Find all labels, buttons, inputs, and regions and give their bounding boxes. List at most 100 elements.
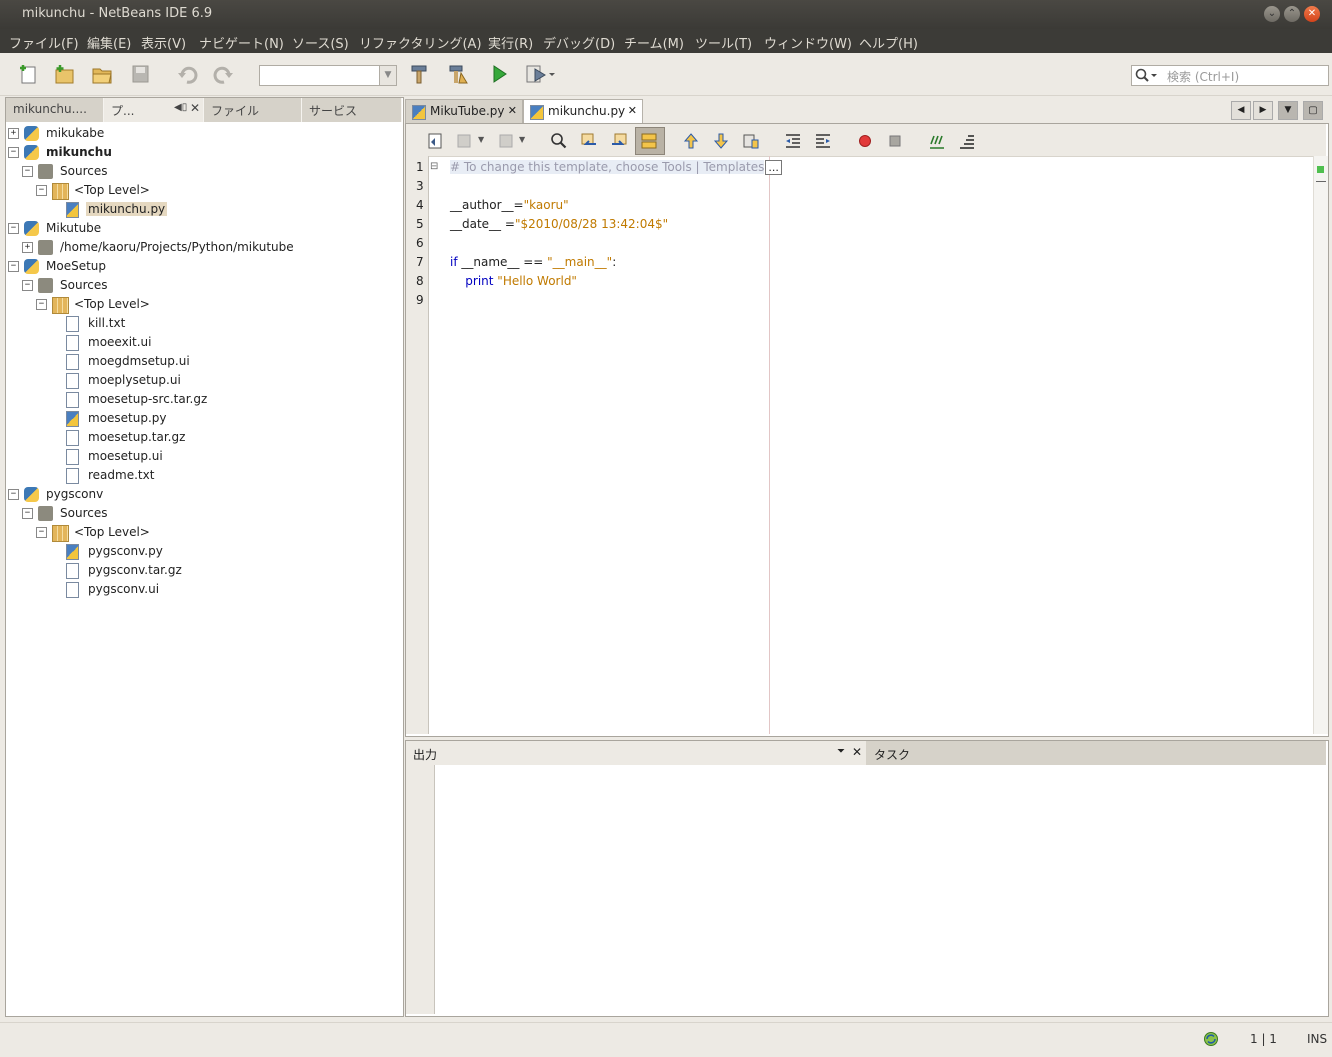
menu-source[interactable]: ソース(S): [292, 33, 349, 52]
tree-node[interactable]: + /home/kaoru/Projects/Python/mikutube: [6, 238, 401, 257]
previous-bookmark-icon[interactable]: [682, 132, 700, 150]
open-project-icon[interactable]: [91, 63, 113, 85]
tree-node[interactable]: pygsconv.ui: [6, 580, 401, 599]
tree-node[interactable]: moeplysetup.ui: [6, 371, 401, 390]
collapse-icon[interactable]: −: [36, 299, 47, 310]
chevron-down-icon[interactable]: ▼: [379, 66, 396, 85]
new-project-icon[interactable]: [53, 63, 75, 85]
tab-mikunchu-py[interactable]: mikunchu.py ✕: [523, 99, 643, 123]
tree-node[interactable]: pygsconv.tar.gz: [6, 561, 401, 580]
tab-tasks[interactable]: タスク: [867, 741, 1326, 765]
close-tab-icon[interactable]: ✕: [190, 101, 200, 115]
minimize-panel-icon[interactable]: ⏷: [837, 746, 845, 757]
comment-icon[interactable]: [928, 132, 946, 150]
scroll-tabs-left-icon[interactable]: ◀: [1231, 101, 1251, 120]
collapse-icon[interactable]: −: [8, 147, 19, 158]
find-previous-icon[interactable]: [580, 132, 598, 150]
collapse-icon[interactable]: −: [8, 489, 19, 500]
chevron-down-icon[interactable]: ▼: [478, 135, 484, 144]
toggle-highlight-search-icon[interactable]: [640, 132, 658, 150]
tree-node[interactable]: moesetup-src.tar.gz: [6, 390, 401, 409]
tree-node[interactable]: + mikukabe: [6, 124, 401, 143]
tab-mikutube-py[interactable]: MikuTube.py ✕: [405, 99, 523, 123]
code-line[interactable]: __author__="kaoru": [450, 198, 569, 212]
shift-right-icon[interactable]: [814, 132, 832, 150]
tree-node[interactable]: − Mikutube: [6, 219, 401, 238]
chevron-down-icon[interactable]: ▼: [519, 135, 525, 144]
next-bookmark-icon[interactable]: [712, 132, 730, 150]
tree-node[interactable]: pygsconv.py: [6, 542, 401, 561]
tab-mikunchu-navigator[interactable]: mikunchu....: [6, 98, 104, 122]
tree-node[interactable]: moegdmsetup.ui: [6, 352, 401, 371]
menu-help[interactable]: ヘルプ(H): [859, 33, 918, 52]
uncomment-icon[interactable]: [958, 132, 976, 150]
tree-node[interactable]: − Sources: [6, 162, 401, 181]
collapse-icon[interactable]: −: [8, 261, 19, 272]
close-tab-icon[interactable]: ✕: [852, 745, 862, 759]
menu-file[interactable]: ファイル(F): [9, 33, 79, 52]
menu-navigate[interactable]: ナビゲート(N): [199, 33, 284, 52]
scroll-tabs-right-icon[interactable]: ▶: [1253, 101, 1273, 120]
clean-build-icon[interactable]: [447, 63, 469, 85]
tree-node[interactable]: − pygsconv: [6, 485, 401, 504]
tree-node[interactable]: mikunchu.py: [6, 200, 401, 219]
find-icon[interactable]: [550, 132, 568, 150]
new-file-icon[interactable]: [17, 63, 39, 85]
toggle-bookmark-icon[interactable]: [742, 132, 760, 150]
search-box[interactable]: 検索 (Ctrl+I): [1131, 65, 1329, 86]
collapse-icon[interactable]: −: [8, 223, 19, 234]
tab-files[interactable]: ファイル: [204, 98, 302, 122]
collapse-icon[interactable]: −: [22, 166, 33, 177]
tree-node[interactable]: − <Top Level>: [6, 181, 401, 200]
fold-icon[interactable]: ⊟: [430, 161, 438, 172]
tree-node[interactable]: kill.txt: [6, 314, 401, 333]
tree-node[interactable]: moesetup.tar.gz: [6, 428, 401, 447]
find-next-icon[interactable]: [610, 132, 628, 150]
tree-node[interactable]: readme.txt: [6, 466, 401, 485]
configuration-combo[interactable]: ▼: [259, 65, 397, 86]
folded-block-marker[interactable]: ...: [765, 160, 782, 175]
collapse-icon[interactable]: −: [22, 508, 33, 519]
tree-node[interactable]: − Sources: [6, 276, 401, 295]
menu-refactor[interactable]: リファクタリング(A): [359, 33, 482, 52]
code-line[interactable]: # To change this template, choose Tools …: [450, 160, 782, 175]
menu-window[interactable]: ウィンドウ(W): [764, 33, 852, 52]
tree-node[interactable]: − mikunchu: [6, 143, 401, 162]
tree-node[interactable]: moesetup.py: [6, 409, 401, 428]
search-icon[interactable]: [1135, 68, 1161, 83]
maximize-editor-icon[interactable]: ▢: [1303, 101, 1323, 120]
menu-team[interactable]: チーム(M): [624, 33, 684, 52]
collapse-icon[interactable]: −: [36, 185, 47, 196]
expand-icon[interactable]: +: [22, 242, 33, 253]
tree-node[interactable]: moesetup.ui: [6, 447, 401, 466]
run-icon[interactable]: [488, 63, 510, 85]
stop-macro-icon[interactable]: [886, 132, 904, 150]
debug-icon[interactable]: [525, 63, 557, 85]
code-line[interactable]: print "Hello World": [450, 274, 577, 288]
menu-tools[interactable]: ツール(T): [695, 33, 752, 52]
code-line[interactable]: __date__ ="$2010/08/28 13:42:04$": [450, 217, 668, 231]
code-line[interactable]: if __name__ == "__main__":: [450, 255, 616, 269]
tree-node[interactable]: moeexit.ui: [6, 333, 401, 352]
close-tab-icon[interactable]: ✕: [628, 104, 637, 117]
collapse-icon[interactable]: −: [22, 280, 33, 291]
collapse-icon[interactable]: −: [36, 527, 47, 538]
menu-debug[interactable]: デバッグ(D): [543, 33, 615, 52]
minimize-panel-icon[interactable]: ◀▯: [174, 102, 187, 113]
tab-list-dropdown-icon[interactable]: ▼: [1278, 101, 1298, 120]
close-tab-icon[interactable]: ✕: [508, 104, 517, 117]
tree-node[interactable]: − <Top Level>: [6, 523, 401, 542]
tab-services[interactable]: サービス: [302, 98, 402, 122]
tree-node[interactable]: − Sources: [6, 504, 401, 523]
start-macro-icon[interactable]: [856, 132, 874, 150]
shift-left-icon[interactable]: [784, 132, 802, 150]
tree-node[interactable]: − MoeSetup: [6, 257, 401, 276]
maximize-button[interactable]: ⌃: [1284, 6, 1300, 22]
menu-edit[interactable]: 編集(E): [87, 33, 131, 52]
menu-run[interactable]: 実行(R): [488, 33, 533, 52]
minimize-button[interactable]: ⌄: [1264, 6, 1280, 22]
tab-projects[interactable]: プ... ◀▯ ✕: [104, 98, 204, 122]
last-edit-icon[interactable]: [426, 132, 444, 150]
update-available-icon[interactable]: [1203, 1031, 1219, 1047]
tab-output[interactable]: 出力 ⏷ ✕: [406, 741, 866, 765]
